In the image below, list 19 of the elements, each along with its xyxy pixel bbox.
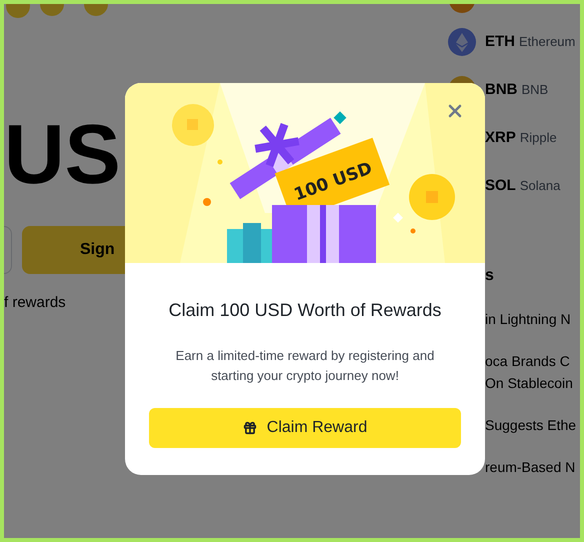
news-heading: s bbox=[484, 266, 495, 286]
dialog-title: Claim 100 USD Worth of Rewards bbox=[168, 299, 442, 322]
coin-name: Ethereum bbox=[519, 33, 576, 52]
news-headline[interactable]: reum-Based N bbox=[485, 456, 580, 478]
news-headline[interactable]: oca Brands C On Stablecoin bbox=[485, 350, 580, 394]
dialog-description: Earn a limited-time reward by registering and starting your crypto journey now! bbox=[174, 347, 436, 385]
gift-illustration-drawing: 100 USD bbox=[125, 83, 485, 263]
hero-heading: US bbox=[4, 112, 121, 196]
coin-symbol: ETH bbox=[485, 32, 515, 52]
coin-symbol: BNB bbox=[485, 80, 518, 100]
rewards-text: f rewards bbox=[4, 293, 66, 313]
news-headline[interactable]: in Lightning N bbox=[485, 308, 580, 330]
coin-symbol: SOL bbox=[485, 176, 516, 196]
coin-name: Solana bbox=[520, 177, 560, 196]
coin-name: Ripple bbox=[520, 129, 557, 148]
coin-name: BNB bbox=[522, 81, 548, 100]
claim-reward-button[interactable]: Claim Reward bbox=[149, 408, 461, 448]
coin-symbol: XRP bbox=[485, 128, 516, 148]
news-headline[interactable]: Suggests Ethe bbox=[485, 414, 580, 436]
